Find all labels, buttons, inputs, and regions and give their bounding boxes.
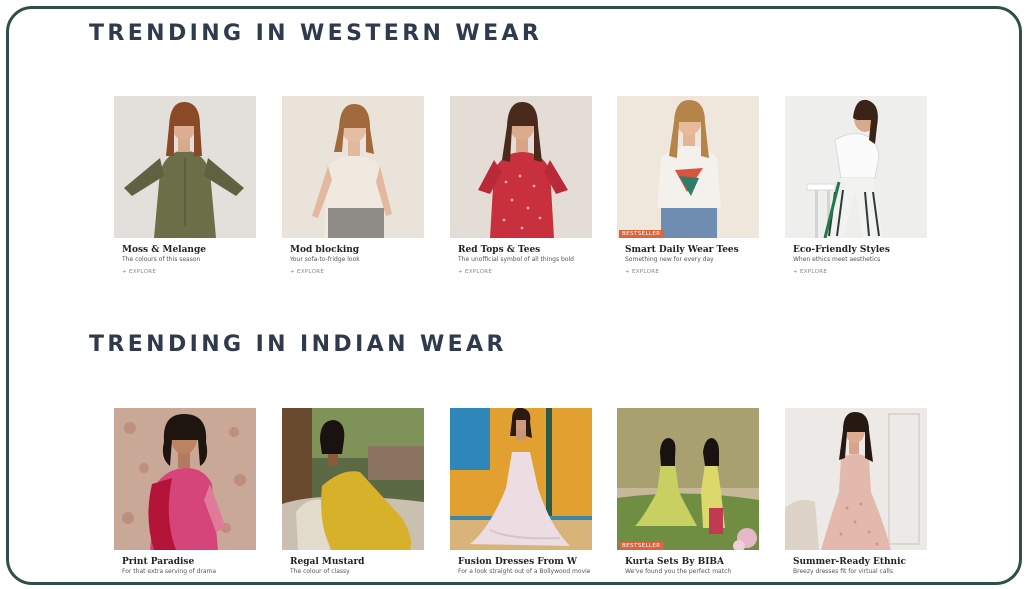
card-title[interactable]: Fusion Dresses From W <box>458 557 592 567</box>
product-image[interactable] <box>450 408 592 550</box>
card-subtitle: Breezy dresses fit for virtual calls <box>793 568 893 575</box>
product-image[interactable] <box>282 96 424 238</box>
bestseller-badge: BESTSELLER <box>619 230 664 238</box>
product-card-regal-mustard[interactable]: Regal Mustard The colour of classy <box>282 408 424 575</box>
product-card-kurta-sets-biba[interactable]: BESTSELLER Kurta Sets By BIBA We've foun… <box>617 408 759 575</box>
product-card-red-tops-tees[interactable]: Red Tops & Tees The unofficial symbol of… <box>450 96 592 275</box>
product-image[interactable]: BESTSELLER <box>617 408 759 550</box>
card-subtitle: Something new for every day <box>625 256 714 263</box>
card-title[interactable]: Print Paradise <box>122 557 256 567</box>
card-title[interactable]: Red Tops & Tees <box>458 245 592 255</box>
product-image[interactable] <box>785 408 927 550</box>
card-title[interactable]: Smart Daily Wear Tees <box>625 245 759 255</box>
product-image[interactable] <box>282 408 424 550</box>
card-title[interactable]: Summer-Ready Ethnic <box>793 557 927 567</box>
card-title[interactable]: Regal Mustard <box>290 557 424 567</box>
bestseller-badge: BESTSELLER <box>619 542 664 550</box>
product-card-fusion-dresses[interactable]: Fusion Dresses From W For a look straigh… <box>450 408 592 575</box>
product-card-eco-friendly-styles[interactable]: Eco-Friendly Styles When ethics meet aes… <box>785 96 927 275</box>
product-card-moss-melange[interactable]: Moss & Melange The colours of this seaso… <box>114 96 256 275</box>
product-card-summer-ready-ethnic[interactable]: Summer-Ready Ethnic Breezy dresses fit f… <box>785 408 927 575</box>
explore-link[interactable]: + EXPLORE <box>625 269 759 275</box>
product-card-mod-blocking[interactable]: Mod blocking Your sofa-to-fridge look + … <box>282 96 424 275</box>
product-image[interactable]: BESTSELLER <box>617 96 759 238</box>
explore-link[interactable]: + EXPLORE <box>122 269 256 275</box>
explore-link[interactable]: + EXPLORE <box>458 269 592 275</box>
card-subtitle: When ethics meet aesthetics <box>793 256 881 263</box>
card-subtitle: The unofficial symbol of all things bold <box>458 256 574 263</box>
product-card-print-paradise[interactable]: Print Paradise For that extra serving of… <box>114 408 256 575</box>
product-card-smart-daily-wear-tees[interactable]: BESTSELLER Smart Daily Wear Tees Somethi… <box>617 96 759 275</box>
page-frame: TRENDING IN WESTERN WEAR Moss & Melange … <box>6 6 1022 585</box>
explore-link[interactable]: + EXPLORE <box>290 269 424 275</box>
product-image[interactable] <box>450 96 592 238</box>
product-image[interactable] <box>785 96 927 238</box>
card-subtitle: Your sofa-to-fridge look <box>290 256 360 263</box>
card-title[interactable]: Eco-Friendly Styles <box>793 245 927 255</box>
product-image[interactable] <box>114 408 256 550</box>
product-image[interactable] <box>114 96 256 238</box>
section-title-indian-wear: TRENDING IN INDIAN WEAR <box>89 332 507 357</box>
card-subtitle: The colour of classy <box>290 568 350 575</box>
card-title[interactable]: Moss & Melange <box>122 245 256 255</box>
card-title[interactable]: Kurta Sets By BIBA <box>625 557 759 567</box>
card-title[interactable]: Mod blocking <box>290 245 424 255</box>
card-subtitle: For that extra serving of drama <box>122 568 217 575</box>
card-subtitle: The colours of this season <box>122 256 201 263</box>
card-subtitle: We've found you the perfect match <box>625 568 732 575</box>
section-title-western-wear: TRENDING IN WESTERN WEAR <box>89 21 543 46</box>
explore-link[interactable]: + EXPLORE <box>793 269 927 275</box>
card-subtitle: For a look straight out of a Bollywood m… <box>458 568 591 575</box>
